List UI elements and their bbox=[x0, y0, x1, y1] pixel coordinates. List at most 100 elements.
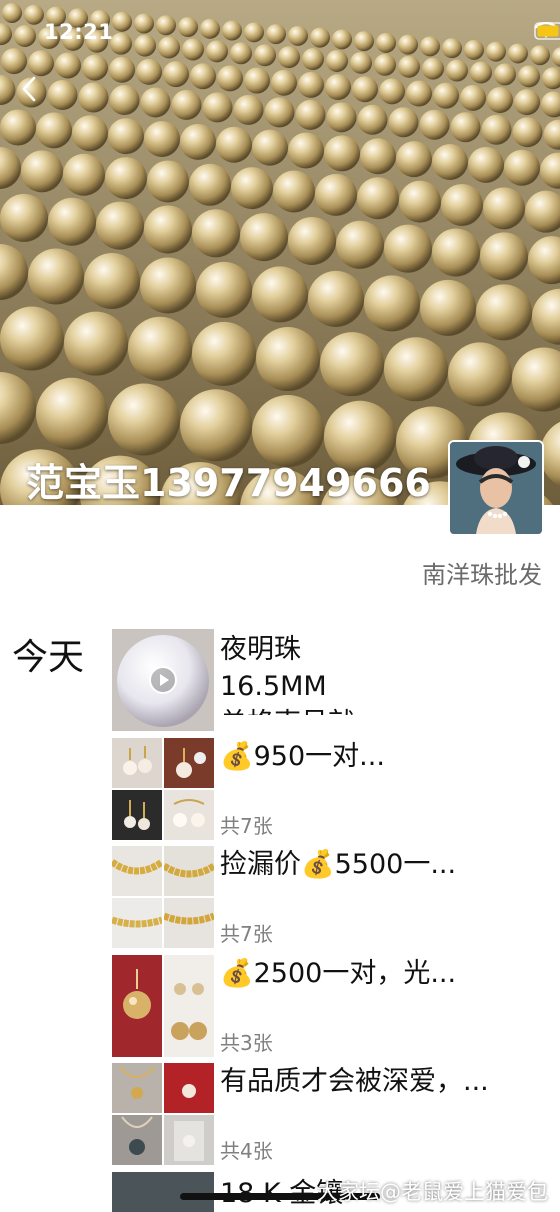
moment-post[interactable]: 捡漏价💰5500一... 共7张 bbox=[112, 846, 552, 948]
thumbnail bbox=[164, 738, 214, 788]
thumbnail-grid[interactable] bbox=[112, 1063, 214, 1165]
back-button[interactable] bbox=[14, 72, 48, 106]
moment-post[interactable]: 💰2500一对，光... 共3张 bbox=[112, 955, 552, 1057]
thumbnail bbox=[112, 1115, 162, 1165]
pearl bbox=[512, 117, 543, 148]
pearl bbox=[324, 135, 360, 172]
pearl bbox=[233, 94, 264, 125]
pearl bbox=[144, 205, 192, 254]
pearl bbox=[48, 197, 96, 246]
pearl bbox=[388, 107, 419, 138]
pearl bbox=[140, 87, 171, 118]
thumbnail-grid[interactable] bbox=[112, 955, 214, 1057]
pearl bbox=[288, 216, 336, 265]
pearl bbox=[476, 284, 532, 341]
image-count: 共4张 bbox=[220, 1139, 273, 1163]
pearl bbox=[192, 321, 256, 386]
pearl bbox=[96, 201, 144, 250]
pearl bbox=[0, 193, 48, 242]
chevron-left-icon bbox=[22, 76, 36, 102]
moment-post[interactable]: 夜明珠 16.5MM 单格東呈就 bbox=[112, 629, 552, 731]
pearl bbox=[494, 63, 516, 86]
pearl bbox=[105, 157, 147, 200]
pearl bbox=[420, 279, 476, 336]
pearl bbox=[84, 252, 140, 309]
status-time: 12:21 bbox=[44, 20, 114, 44]
pearl bbox=[288, 132, 324, 169]
pearl bbox=[487, 87, 513, 113]
pearl bbox=[252, 129, 288, 166]
pearl bbox=[0, 109, 36, 146]
thumbnail bbox=[112, 955, 162, 1057]
pearl bbox=[0, 306, 64, 371]
post-text-line: 单格東呈就 bbox=[220, 705, 550, 715]
image-count: 共7张 bbox=[220, 814, 273, 838]
pearl bbox=[483, 187, 525, 230]
avatar-portrait bbox=[450, 442, 542, 534]
pearl bbox=[406, 80, 432, 107]
thumbnail bbox=[164, 955, 214, 1057]
pearl bbox=[460, 84, 486, 111]
pearl bbox=[360, 138, 396, 175]
pearl bbox=[21, 150, 63, 193]
pearl bbox=[352, 76, 378, 103]
pearl bbox=[63, 153, 105, 196]
pearl bbox=[140, 257, 196, 314]
pearl bbox=[315, 173, 357, 216]
pearl bbox=[396, 141, 432, 178]
pearl bbox=[384, 224, 432, 273]
pearl bbox=[357, 177, 399, 220]
pearl bbox=[325, 74, 351, 101]
pearl bbox=[64, 311, 128, 376]
pearl bbox=[432, 228, 480, 277]
pearl bbox=[196, 261, 252, 318]
pearl bbox=[336, 220, 384, 269]
pearl bbox=[180, 123, 216, 160]
moment-post[interactable]: 有品质才会被深爱，... 共4张 bbox=[112, 1063, 552, 1165]
pearl bbox=[379, 78, 405, 105]
thumbnail-grid[interactable] bbox=[112, 846, 214, 948]
cover-image[interactable]: 12:21 范宝玉13977949666 bbox=[0, 0, 560, 505]
thumbnail bbox=[112, 790, 162, 840]
post-text: 有品质才会被深爱，... bbox=[220, 1066, 489, 1097]
pearl bbox=[273, 170, 315, 213]
pearl bbox=[108, 383, 180, 456]
pearl bbox=[244, 67, 270, 94]
pearl bbox=[326, 102, 357, 133]
pearl bbox=[419, 109, 450, 140]
battery-icon bbox=[534, 22, 560, 40]
pearl bbox=[190, 63, 216, 90]
thumbnail bbox=[112, 898, 162, 948]
thumbnail bbox=[164, 898, 214, 948]
pearl bbox=[109, 84, 140, 115]
watermark: 大家坛@老鼠爱上猫爱包 bbox=[317, 1180, 548, 1204]
pearl bbox=[180, 389, 252, 462]
post-text: 夜明珠 16.5MM 单格東呈就 bbox=[220, 631, 550, 715]
avatar[interactable] bbox=[448, 440, 544, 536]
pearl bbox=[384, 337, 448, 402]
pearl bbox=[514, 89, 540, 116]
pearl bbox=[450, 112, 481, 143]
pearl bbox=[28, 248, 84, 305]
thumbnail bbox=[112, 738, 162, 788]
pearl bbox=[36, 112, 72, 149]
video-thumbnail[interactable] bbox=[112, 629, 214, 731]
cover-name-phone: 范宝玉13977949666 bbox=[26, 461, 431, 505]
status-bar: 12:21 bbox=[0, 0, 560, 64]
thumbnail[interactable] bbox=[112, 1172, 214, 1212]
post-text: 捡漏价💰5500一... bbox=[220, 849, 457, 880]
pearl bbox=[480, 232, 528, 281]
pearl bbox=[271, 69, 297, 96]
thumbnail-grid[interactable] bbox=[112, 738, 214, 840]
post-text-line: 16.5MM bbox=[220, 671, 327, 702]
pearl bbox=[144, 120, 180, 157]
pearl bbox=[72, 115, 108, 152]
moment-post[interactable]: 💰950一对... 共7张 bbox=[112, 738, 552, 840]
thumbnail bbox=[164, 1063, 214, 1113]
thumbnail bbox=[112, 1063, 162, 1113]
pearl bbox=[252, 266, 308, 323]
pearl bbox=[364, 275, 420, 332]
pearl bbox=[256, 327, 320, 392]
pearl bbox=[171, 89, 202, 120]
pearl bbox=[47, 80, 78, 110]
